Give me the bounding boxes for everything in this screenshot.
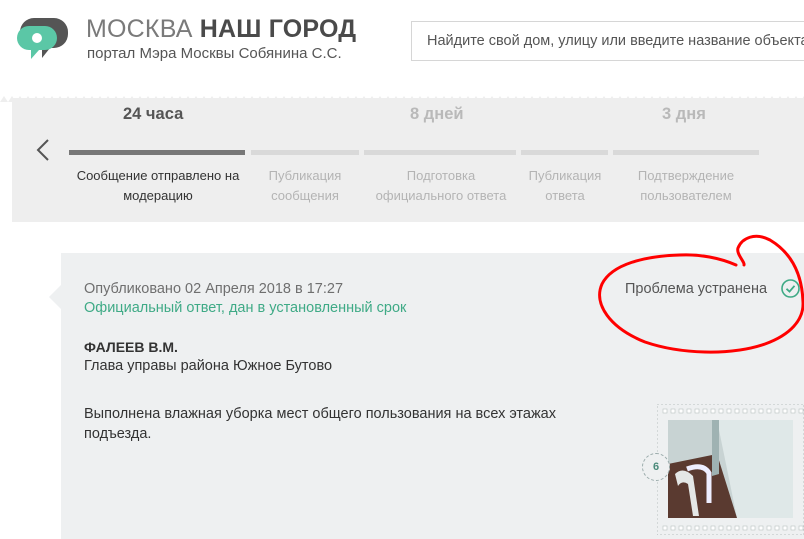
card-pointer: [49, 285, 61, 309]
check-circle-icon: [781, 279, 800, 298]
site-header: МОСКВА НАШ ГОРОД портал Мэра Москвы Собя…: [0, 0, 804, 88]
response-photo[interactable]: [657, 404, 804, 535]
step-label-answer-publication: Публикация ответа: [518, 166, 612, 206]
official-answer-note: Официальный ответ, дан в установленный с…: [84, 300, 407, 316]
photo-count-badge[interactable]: 6: [642, 453, 670, 481]
brand-subtitle: портал Мэра Москвы Собянина С.С.: [87, 45, 342, 62]
duration-moderation: 24 часа: [123, 105, 184, 123]
author-role: Глава управы района Южное Бутово: [84, 358, 333, 374]
author-name: ФАЛЕЕВ В.М.: [84, 339, 178, 355]
step-label-publication: Публикация сообщения: [245, 166, 365, 206]
step-label-moderation: Сообщение отправлено на модерацию: [58, 166, 258, 206]
brand-title-bold: НАШ ГОРОД: [199, 15, 357, 43]
step-label-line: Сообщение отправлено на: [76, 168, 240, 183]
chevron-left-icon[interactable]: [33, 137, 53, 163]
step-label-line: модерацию: [123, 188, 193, 203]
brand-title-light: МОСКВА: [86, 15, 193, 43]
speech-bubbles-logo-icon[interactable]: [16, 16, 68, 62]
duration-official-answer: 8 дней: [410, 105, 464, 123]
step-label-line: ответа: [545, 188, 585, 203]
step-label-official-answer: Подготовка официального ответа: [360, 166, 522, 206]
answer-text: Выполнена влажная уборка мест общего пол…: [84, 406, 556, 442]
step-label-line: Публикация: [528, 168, 602, 183]
step-label-line: официального ответа: [375, 188, 507, 203]
step-label-line: Подготовка: [406, 168, 476, 183]
step-label-line: Публикация: [268, 168, 342, 183]
progress-bar-official-answer: [364, 150, 516, 155]
step-label-confirmation: Подтверждение пользователем: [614, 166, 758, 206]
progress-bar-confirmation: [613, 150, 759, 155]
zigzag-edge: [0, 96, 804, 102]
search-input[interactable]: Найдите свой дом, улицу или введите назв…: [411, 21, 804, 61]
progress-bar-answer-publication: [521, 150, 608, 155]
search-placeholder: Найдите свой дом, улицу или введите назв…: [427, 33, 804, 49]
progress-bar-moderation: [69, 150, 245, 155]
step-label-line: пользователем: [640, 188, 732, 203]
progress-bar-publication: [251, 150, 359, 155]
published-date: Опубликовано 02 Апреля 2018 в 17:27: [84, 281, 344, 297]
step-label-line: сообщения: [271, 188, 339, 203]
status-label: Проблема устранена: [625, 281, 768, 297]
step-label-line: Подтверждение: [637, 168, 735, 183]
duration-confirmation: 3 дня: [662, 105, 706, 123]
brand-title[interactable]: МОСКВА НАШ ГОРОД: [86, 15, 356, 44]
